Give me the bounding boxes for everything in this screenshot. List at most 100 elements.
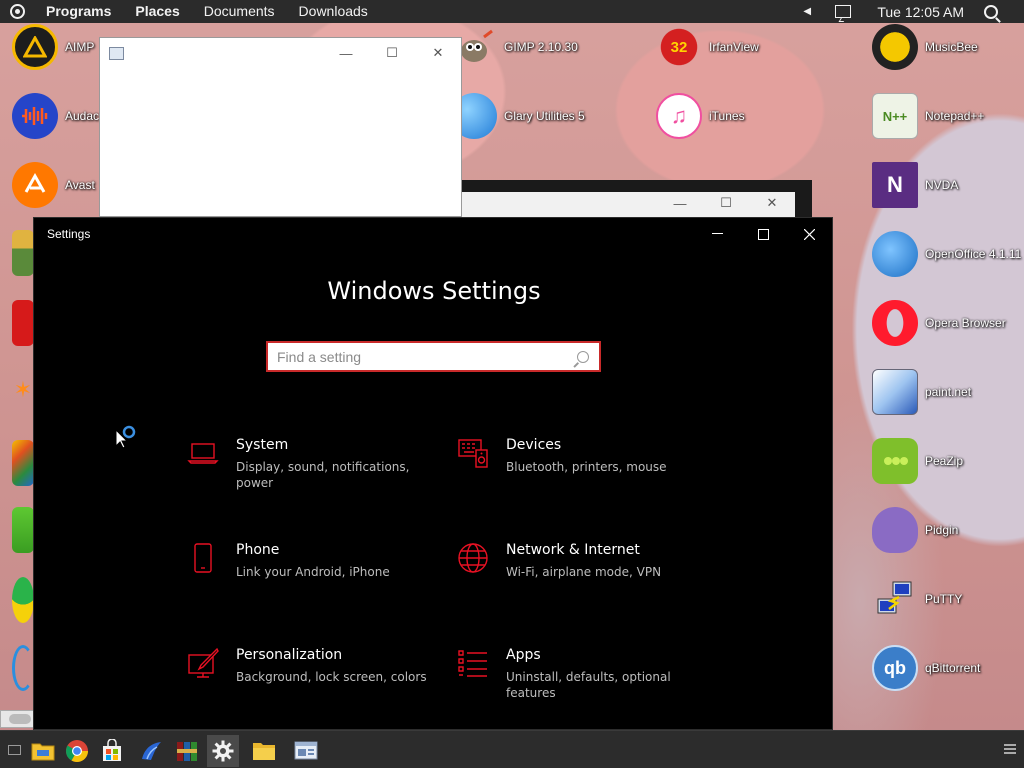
tile-devices[interactable]: Devices Bluetooth, printers, mouse (457, 437, 707, 475)
tile-apps[interactable]: Apps Uninstall, defaults, optional featu… (457, 647, 707, 701)
taskbar-window-app[interactable] (290, 735, 322, 767)
qbittorrent-icon: qb (872, 645, 918, 691)
tray-expand-arrow-icon[interactable]: ◀ (803, 6, 813, 17)
system-tray: ◀ Tue 12:05 AM (803, 0, 1024, 23)
tile-desc: Wi-Fi, airplane mode, VPN (506, 565, 662, 579)
search-icon[interactable] (577, 350, 589, 363)
tile-name: System (236, 437, 289, 453)
close-icon[interactable]: ✕ (415, 42, 461, 64)
stack-app-icon (12, 230, 34, 276)
menu-downloads[interactable]: Downloads (287, 0, 380, 23)
winrar-icon (177, 742, 197, 761)
devices-icon (458, 439, 488, 468)
minimize-icon[interactable]: — (323, 42, 369, 64)
maximize-icon[interactable]: ☐ (703, 192, 749, 214)
notification-icon[interactable] (835, 5, 852, 18)
desktop-icon-nvda[interactable]: N NVDA (872, 160, 958, 210)
tile-network[interactable]: Network & Internet Wi-Fi, airplane mode,… (457, 542, 707, 580)
nvda-icon: N (872, 162, 918, 208)
desktop-icon-aimp[interactable]: AIMP (12, 22, 94, 72)
desktop-scrollbar[interactable] (0, 710, 35, 728)
window-app-icon (109, 47, 124, 60)
colorful-app-icon (12, 440, 34, 486)
window-title: Settings (47, 227, 91, 241)
orange-star-icon: ✶ (13, 377, 33, 402)
taskbar-bird-app[interactable] (135, 735, 167, 767)
desktop-icon-pidgin[interactable]: Pidgin (872, 505, 958, 555)
desktop-icon-irfanview[interactable]: 32 IrfanView (656, 22, 759, 72)
taskbar-chrome[interactable] (61, 735, 93, 767)
tile-phone[interactable]: Phone Link your Android, iPhone (187, 542, 437, 580)
notepadpp-icon: N++ (872, 93, 918, 139)
desktop-icon-peazip[interactable]: PeaZip (872, 436, 963, 486)
aimp-icon (12, 24, 58, 70)
tile-desc: Link your Android, iPhone (236, 565, 390, 579)
background-window-white[interactable]: — ☐ ✕ (99, 37, 462, 217)
blue-ring-icon (12, 645, 34, 691)
close-icon[interactable]: ✕ (749, 192, 795, 214)
taskbar-file-manager[interactable] (27, 735, 59, 767)
search-box[interactable] (266, 341, 601, 372)
show-desktop-icon[interactable] (8, 745, 21, 755)
menu-logo-icon[interactable] (0, 0, 34, 23)
desktop-icon-avast[interactable]: Avast (12, 160, 95, 210)
taskbar-menu-icon[interactable] (1004, 744, 1016, 756)
taskbar-winrar[interactable] (171, 735, 203, 767)
folder-icon (253, 743, 275, 760)
clock[interactable]: Tue 12:05 AM (877, 4, 964, 20)
desktop-icon-gimp[interactable]: GIMP 2.10.30 (451, 22, 578, 72)
paintbrush-icon (188, 647, 219, 678)
tile-desc: Display, sound, notifications, power (236, 460, 410, 490)
paintnet-icon (872, 369, 918, 415)
close-button[interactable] (786, 218, 832, 250)
chrome-icon (66, 740, 88, 762)
busy-cursor-icon (115, 425, 136, 449)
desktop-icon-red-app[interactable] (12, 298, 34, 348)
tile-system[interactable]: System Display, sound, notifications, po… (187, 437, 437, 491)
audacity-icon (12, 93, 58, 139)
desktop-icon-musicbee[interactable]: MusicBee (872, 22, 978, 72)
maximize-icon[interactable]: ☐ (369, 42, 415, 64)
window-app-icon (294, 741, 318, 760)
desktop-icon-notepadpp[interactable]: N++ Notepad++ (872, 91, 984, 141)
phone-icon (194, 543, 212, 573)
minimize-icon[interactable]: — (657, 192, 703, 214)
taskbar-settings[interactable] (207, 735, 239, 767)
apps-list-icon (458, 650, 487, 677)
menu-places[interactable]: Places (123, 0, 191, 23)
desktop-icon-itunes[interactable]: ♫ iTunes (656, 91, 745, 141)
settings-window: Settings Windows Settings System Display… (33, 217, 833, 730)
search-icon[interactable] (984, 4, 998, 19)
desktop-icon-paintnet[interactable]: paint.net (872, 367, 971, 417)
desktop-icon-opera[interactable]: Opera Browser (872, 298, 1006, 348)
menu-documents[interactable]: Documents (192, 0, 287, 23)
musicbee-icon (872, 24, 918, 70)
desktop-icon-stack[interactable] (12, 228, 34, 278)
page-title: Windows Settings (327, 277, 541, 305)
taskbar-store[interactable] (96, 735, 128, 767)
desktop-icon-colorful-app[interactable] (12, 438, 34, 488)
background-window-light: — ☐ ✕ (462, 192, 795, 220)
background-window-dark[interactable]: — ☐ ✕ (462, 180, 812, 220)
desktop-icon-audacity[interactable]: Audac (12, 91, 99, 141)
tile-personalization[interactable]: Personalization Background, lock screen,… (187, 647, 437, 685)
desktop-icon-multicolor-app[interactable] (12, 575, 34, 625)
desktop-icon-qbittorrent[interactable]: qb qBittorrent (872, 643, 980, 693)
desktop-icon-putty[interactable]: PuTTY (872, 574, 962, 624)
search-input[interactable] (268, 343, 577, 370)
opera-icon (872, 300, 918, 346)
settings-titlebar[interactable]: Settings (34, 218, 832, 250)
maximize-button[interactable] (740, 218, 786, 250)
desktop-icon-blue-ring-app[interactable] (12, 643, 34, 693)
bird-icon (142, 742, 161, 760)
putty-icon (872, 576, 918, 622)
taskbar-folder[interactable] (248, 735, 280, 767)
openoffice-icon (872, 231, 918, 277)
desktop-icon-glary[interactable]: Glary Utilities 5 (451, 91, 585, 141)
desktop-icon-green-app[interactable] (12, 505, 34, 555)
desktop-icon-openoffice[interactable]: OpenOffice 4.1.11 (872, 229, 1021, 279)
minimize-button[interactable] (694, 218, 740, 250)
desktop-icon-orange-app[interactable]: ✶ (12, 365, 34, 415)
menu-programs[interactable]: Programs (34, 0, 123, 23)
tile-name: Network & Internet (506, 542, 640, 558)
